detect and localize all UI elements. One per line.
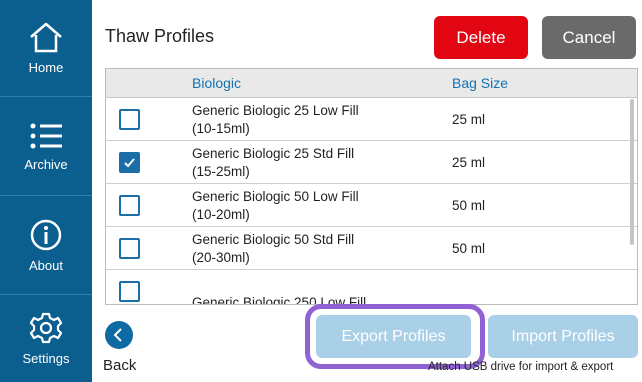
import-profiles-button[interactable]: Import Profiles	[488, 315, 638, 358]
nav-archive[interactable]: Archive	[0, 97, 92, 196]
biologic-cell: Generic Biologic 25 Low Fill (10-15ml)	[192, 102, 359, 138]
sidebar: Home Archive About Settings	[0, 0, 92, 382]
gear-icon	[29, 312, 63, 344]
column-header-bag-size[interactable]: Bag Size	[452, 75, 508, 91]
nav-settings[interactable]: Settings	[0, 295, 92, 382]
row-checkbox[interactable]	[119, 152, 140, 173]
biologic-name: Generic Biologic 50 Std Fill	[192, 232, 355, 247]
nav-settings-label: Settings	[22, 351, 70, 366]
page-title: Thaw Profiles	[105, 26, 215, 46]
nav-home[interactable]: Home	[0, 0, 92, 97]
nav-home-label: Home	[28, 59, 64, 75]
back-button[interactable]	[105, 321, 133, 349]
profiles-table: Biologic Bag Size Generic Biologic 25 Lo…	[105, 68, 638, 305]
biologic-name: Generic Biologic 25 Std Fill	[192, 146, 355, 161]
biologic-cell: Generic Biologic 50 Low Fill (10-20ml)	[192, 188, 359, 224]
nav-about-label: About	[29, 257, 63, 273]
nav-archive-label: Archive	[24, 156, 68, 172]
biologic-name: Generic Biologic 50 Low Fill	[192, 189, 359, 204]
back-label[interactable]: Back	[103, 357, 136, 374]
usb-hint-text: Attach USB drive for import & export	[428, 361, 614, 373]
table-scrollbar[interactable]	[630, 99, 634, 245]
bag-size-cell: 25 ml	[452, 155, 486, 170]
highlight-box	[305, 304, 485, 369]
row-checkbox[interactable]	[119, 109, 140, 130]
bag-size-cell: 50 ml	[452, 198, 486, 213]
table-row[interactable]: Generic Biologic 25 Low Fill (10-15ml) 2…	[106, 98, 637, 141]
table-row[interactable]: Generic Biologic 50 Std Fill (20-30ml) 5…	[106, 227, 637, 270]
table-row[interactable]: Generic Biologic 25 Std Fill (15-25ml) 2…	[106, 141, 637, 184]
biologic-fill-range: (15-25ml)	[192, 164, 250, 179]
biologic-name: Generic Biologic 25 Low Fill	[192, 103, 359, 118]
table-row[interactable]: Generic Biologic 250 Low Fill	[106, 270, 637, 304]
table-row[interactable]: Generic Biologic 50 Low Fill (10-20ml) 5…	[106, 184, 637, 227]
row-checkbox[interactable]	[119, 195, 140, 216]
delete-button[interactable]: Delete	[434, 16, 528, 59]
row-checkbox[interactable]	[119, 238, 140, 259]
biologic-cell: Generic Biologic 25 Std Fill (15-25ml)	[192, 145, 354, 181]
table-header: Biologic Bag Size	[106, 69, 637, 98]
biologic-fill-range: (10-20ml)	[192, 207, 250, 222]
bag-size-cell: 25 ml	[452, 112, 486, 127]
info-icon	[30, 219, 62, 250]
chevron-left-icon	[113, 328, 122, 342]
row-checkbox[interactable]	[119, 281, 140, 302]
biologic-fill-range: (20-30ml)	[192, 250, 250, 265]
column-header-biologic[interactable]: Biologic	[192, 75, 241, 91]
cancel-button[interactable]: Cancel	[542, 16, 636, 59]
nav-about[interactable]: About	[0, 196, 92, 295]
biologic-cell: Generic Biologic 50 Std Fill (20-30ml)	[192, 231, 354, 267]
home-icon	[30, 22, 62, 52]
biologic-fill-range: (10-15ml)	[192, 121, 250, 136]
bag-size-cell: 50 ml	[452, 241, 486, 256]
checkmark-icon	[124, 158, 135, 168]
list-icon	[30, 123, 62, 148]
